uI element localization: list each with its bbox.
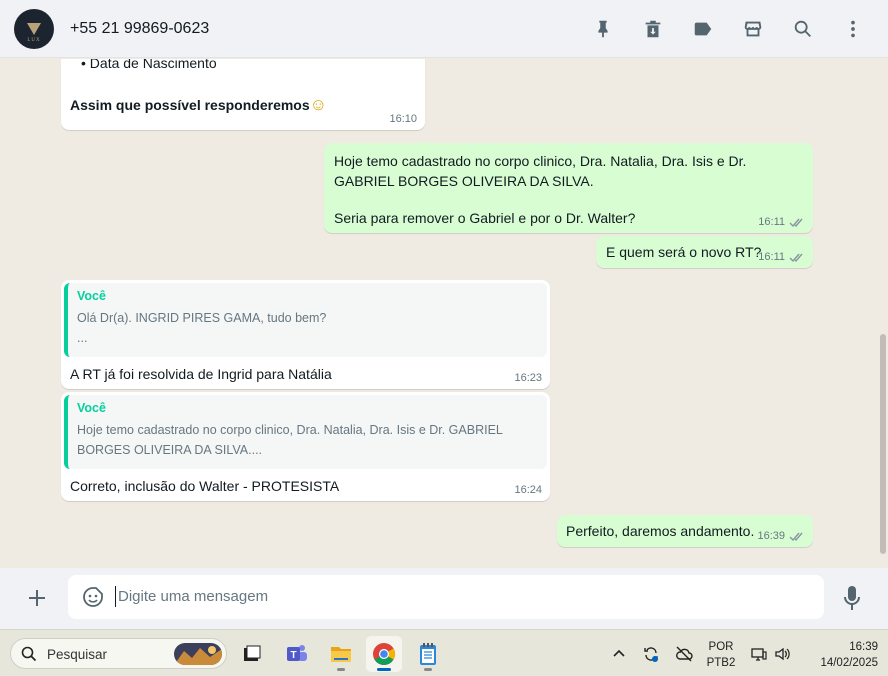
text-caret bbox=[115, 586, 116, 607]
smile-emoji-icon: ☺ bbox=[309, 95, 327, 114]
contact-name[interactable]: +55 21 99869-0623 bbox=[70, 20, 209, 38]
search-icon[interactable] bbox=[790, 16, 816, 42]
system-clock[interactable]: 16:39 14/02/2025 bbox=[802, 639, 878, 671]
task-view-icon bbox=[244, 645, 261, 661]
taskbar-app-chrome[interactable] bbox=[366, 636, 402, 672]
chrome-icon bbox=[373, 643, 395, 665]
taskbar-search[interactable]: Pesquisar bbox=[10, 638, 227, 669]
double-check-icon bbox=[789, 532, 803, 541]
sync-icon[interactable] bbox=[639, 630, 663, 676]
message-text: Perfeito, daremos andamento. bbox=[566, 523, 755, 539]
message-input-placeholder: Digite uma mensagem bbox=[118, 588, 269, 605]
header-actions bbox=[566, 0, 866, 58]
taskbar-search-placeholder: Pesquisar bbox=[47, 647, 108, 662]
taskbar-app-notepad[interactable] bbox=[410, 636, 446, 672]
message-bullet-text: Data de Nascimento bbox=[89, 59, 217, 71]
time-text: 16:10 bbox=[389, 113, 417, 125]
teams-icon: T bbox=[287, 645, 307, 661]
message-text: E quem será o novo RT? bbox=[606, 244, 762, 260]
message-composer: Digite uma mensagem bbox=[0, 568, 888, 629]
quoted-message[interactable]: Você Olá Dr(a). INGRID PIRES GAMA, tudo … bbox=[64, 283, 547, 357]
time-text: 16:23 bbox=[514, 372, 542, 384]
active-indicator bbox=[377, 668, 391, 671]
time-text: 16:39 bbox=[757, 530, 785, 542]
time-text: 16:24 bbox=[514, 484, 542, 496]
time-text: 16:11 bbox=[758, 216, 785, 228]
keyboard-language[interactable]: POR PTB2 bbox=[704, 639, 738, 671]
quoted-text: Olá Dr(a). INGRID PIRES GAMA, tudo bem? bbox=[77, 311, 327, 325]
search-highlight-image bbox=[174, 643, 222, 665]
keyboard-layout: PTB2 bbox=[706, 657, 736, 669]
microphone-icon[interactable] bbox=[842, 585, 862, 611]
running-indicator bbox=[337, 668, 345, 671]
double-check-icon bbox=[789, 218, 803, 227]
time-text: 16:11 bbox=[758, 251, 785, 263]
message-time: 16:10 bbox=[389, 113, 417, 125]
menu-icon[interactable] bbox=[840, 16, 866, 42]
logo-triangle-icon bbox=[27, 22, 41, 35]
label-icon[interactable] bbox=[690, 16, 716, 42]
device-display-icon[interactable] bbox=[748, 630, 770, 676]
store-icon[interactable] bbox=[740, 16, 766, 42]
notepad-icon bbox=[420, 643, 436, 665]
running-indicator bbox=[424, 668, 432, 671]
message-text: Hoje temo cadastrado no corpo clinico, D… bbox=[334, 153, 747, 189]
quoted-author: Você bbox=[77, 289, 106, 303]
message-time: 16:24 bbox=[514, 484, 542, 496]
cloud-offline-icon[interactable] bbox=[672, 630, 696, 676]
message-time: 16:11 bbox=[758, 251, 805, 263]
pin-icon[interactable] bbox=[590, 16, 616, 42]
chat-area[interactable]: • Data de Nascimento Assim que possível … bbox=[0, 59, 888, 568]
taskbar-app-task-view[interactable] bbox=[234, 636, 270, 672]
svg-text:T: T bbox=[290, 650, 296, 661]
windows-taskbar: Pesquisar T POR PTB2 16:39 14/02/2025 bbox=[0, 629, 888, 676]
message-incoming[interactable]: • Data de Nascimento Assim que possível … bbox=[61, 59, 425, 130]
message-text: Correto, inclusão do Walter - PROTESISTA bbox=[70, 478, 340, 494]
sticker-icon[interactable] bbox=[81, 585, 105, 609]
message-outgoing[interactable]: Perfeito, daremos andamento. 16:39 bbox=[557, 515, 813, 547]
tray-chevron-up-icon[interactable] bbox=[608, 630, 630, 676]
chat-header: LUX +55 21 99869-0623 bbox=[0, 0, 888, 58]
message-time: 16:23 bbox=[514, 372, 542, 384]
contact-avatar[interactable]: LUX bbox=[14, 8, 54, 49]
quoted-message[interactable]: Você Hoje temo cadastrado no corpo clini… bbox=[64, 395, 547, 469]
chat-scrollbar[interactable] bbox=[880, 334, 886, 554]
message-text: Assim que possível responderemos☺ bbox=[70, 95, 327, 115]
taskbar-app-explorer[interactable] bbox=[323, 636, 359, 672]
avatar-logo-text: LUX bbox=[27, 37, 41, 43]
quoted-text-more: ... bbox=[77, 331, 88, 345]
message-outgoing[interactable]: E quem será o novo RT? 16:11 bbox=[596, 236, 813, 268]
clock-date: 14/02/2025 bbox=[820, 657, 878, 669]
message-input[interactable]: Digite uma mensagem bbox=[68, 575, 824, 619]
archive-icon[interactable] bbox=[640, 16, 666, 42]
clock-time: 16:39 bbox=[849, 641, 878, 653]
message-bullet: • Data de Nascimento bbox=[81, 59, 217, 71]
message-text: Seria para remover o Gabriel e por o Dr.… bbox=[334, 210, 636, 226]
taskbar-app-teams[interactable]: T bbox=[279, 636, 315, 672]
language-code: POR bbox=[708, 641, 734, 653]
message-incoming-reply[interactable]: Você Olá Dr(a). INGRID PIRES GAMA, tudo … bbox=[61, 280, 550, 389]
message-bold-text: Assim que possível responderemos bbox=[70, 97, 310, 113]
attach-plus-icon[interactable] bbox=[25, 586, 49, 610]
message-time: 16:11 bbox=[758, 216, 805, 228]
quoted-author: Você bbox=[77, 401, 106, 415]
message-text: A RT já foi resolvida de Ingrid para Nat… bbox=[70, 366, 332, 382]
search-icon bbox=[21, 646, 37, 662]
double-check-icon bbox=[789, 253, 803, 262]
quoted-text: Hoje temo cadastrado no corpo clinico, D… bbox=[77, 423, 503, 457]
folder-icon bbox=[331, 647, 351, 662]
message-time: 16:39 bbox=[757, 530, 805, 542]
message-outgoing[interactable]: Hoje temo cadastrado no corpo clinico, D… bbox=[324, 143, 813, 233]
message-incoming-reply[interactable]: Você Hoje temo cadastrado no corpo clini… bbox=[61, 392, 550, 501]
speaker-volume-icon[interactable] bbox=[771, 630, 793, 676]
